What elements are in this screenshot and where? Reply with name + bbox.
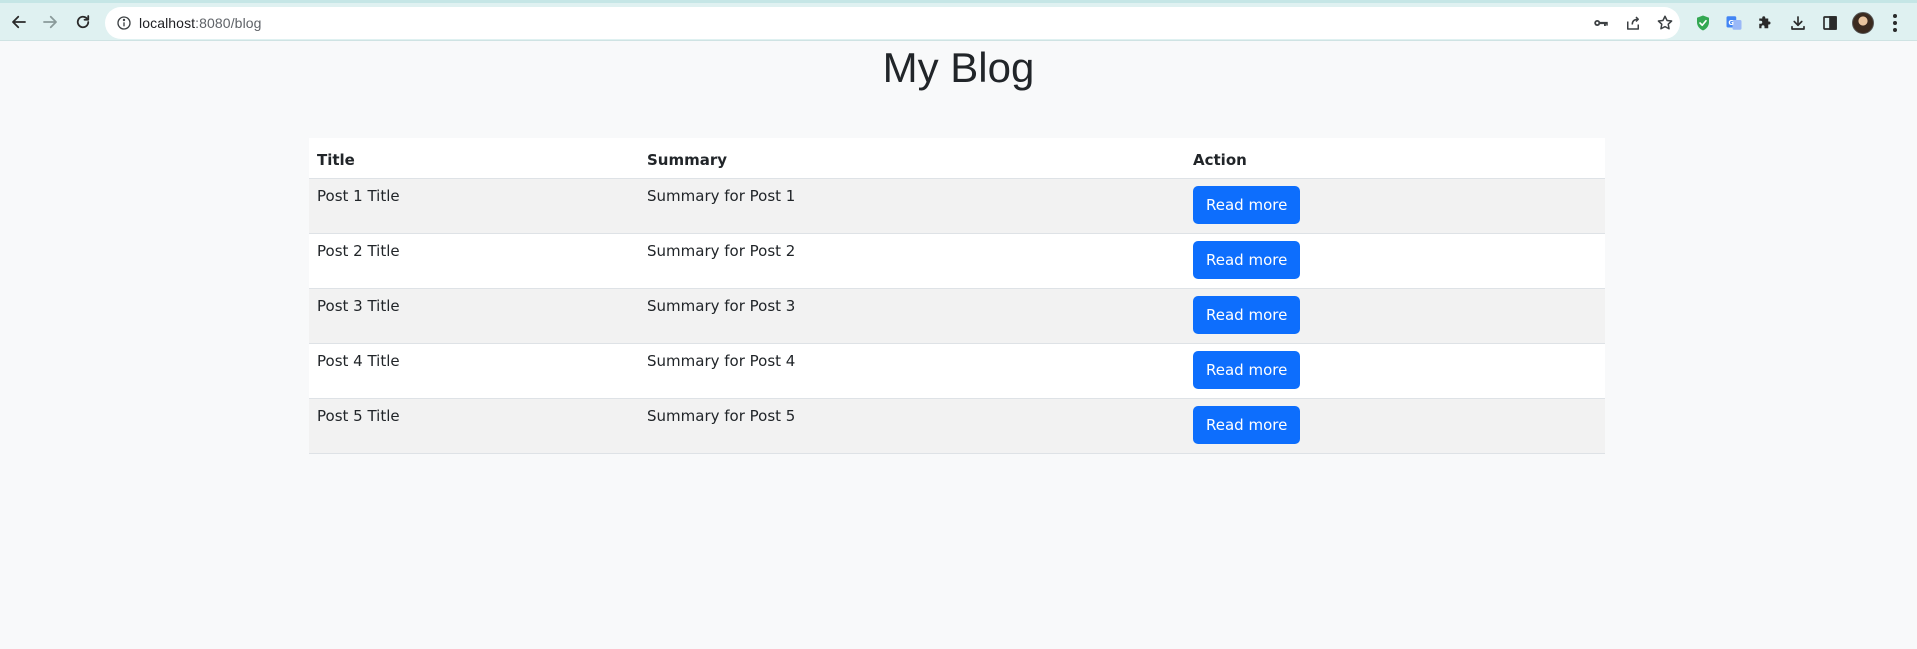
post-title: Post 4 Title xyxy=(309,343,639,399)
puzzle-icon[interactable] xyxy=(1756,13,1776,33)
read-more-button[interactable]: Read more xyxy=(1193,351,1301,389)
post-title: Post 5 Title xyxy=(309,398,639,454)
header-action: Action xyxy=(1185,138,1605,179)
post-title: Post 1 Title xyxy=(309,178,639,234)
page-title: My Blog xyxy=(882,44,1035,91)
reload-button[interactable] xyxy=(70,9,96,35)
key-icon[interactable] xyxy=(1592,14,1610,32)
table-row: Post 4 Title Summary for Post 4 Read mor… xyxy=(309,343,1605,399)
svg-text:G: G xyxy=(1728,19,1734,27)
url-text[interactable]: localhost:8080/blog xyxy=(139,15,262,31)
action-cell: Read more xyxy=(1185,233,1605,289)
arrow-right-icon xyxy=(43,15,57,29)
share-icon[interactable] xyxy=(1624,14,1642,32)
url-path: :8080/blog xyxy=(195,15,262,31)
table-row: Post 1 Title Summary for Post 1 Read mor… xyxy=(309,178,1605,234)
table-row: Post 5 Title Summary for Post 5 Read mor… xyxy=(309,398,1605,454)
post-summary: Summary for Post 1 xyxy=(639,178,1185,234)
action-cell: Read more xyxy=(1185,343,1605,399)
read-more-button[interactable]: Read more xyxy=(1193,241,1301,279)
back-button[interactable] xyxy=(6,9,32,35)
post-summary: Summary for Post 5 xyxy=(639,398,1185,454)
read-more-button[interactable]: Read more xyxy=(1193,296,1301,334)
post-summary: Summary for Post 2 xyxy=(639,233,1185,289)
kebab-menu-icon[interactable] xyxy=(1889,13,1901,33)
table-header-row: Title Summary Action xyxy=(309,138,1605,179)
download-icon[interactable] xyxy=(1788,13,1808,33)
table-row: Post 3 Title Summary for Post 3 Read mor… xyxy=(309,288,1605,344)
action-cell: Read more xyxy=(1185,398,1605,454)
header-summary: Summary xyxy=(639,138,1185,179)
side-panel-icon[interactable] xyxy=(1820,13,1840,33)
post-title: Post 3 Title xyxy=(309,288,639,344)
url-host: localhost xyxy=(139,15,196,31)
post-summary: Summary for Post 3 xyxy=(639,288,1185,344)
posts-table: Title Summary Action Post 1 Title Summar… xyxy=(309,138,1605,454)
action-cell: Read more xyxy=(1185,288,1605,344)
read-more-button[interactable]: Read more xyxy=(1193,186,1301,224)
post-summary: Summary for Post 4 xyxy=(639,343,1185,399)
post-title: Post 2 Title xyxy=(309,233,639,289)
address-bar[interactable]: localhost:8080/blog xyxy=(105,7,1680,39)
forward-button[interactable] xyxy=(37,9,63,35)
star-icon[interactable] xyxy=(1656,14,1674,32)
arrow-left-icon xyxy=(12,15,26,29)
read-more-button[interactable]: Read more xyxy=(1193,406,1301,444)
table-row: Post 2 Title Summary for Post 2 Read mor… xyxy=(309,233,1605,289)
translate-icon[interactable]: G xyxy=(1724,13,1744,33)
info-icon[interactable] xyxy=(116,15,132,31)
browser-toolbar: localhost:8080/blog G xyxy=(0,0,1917,41)
reload-icon xyxy=(76,15,90,29)
action-cell: Read more xyxy=(1185,178,1605,234)
header-title: Title xyxy=(309,138,639,179)
shield-check-icon[interactable] xyxy=(1693,13,1713,33)
avatar[interactable] xyxy=(1852,12,1874,34)
